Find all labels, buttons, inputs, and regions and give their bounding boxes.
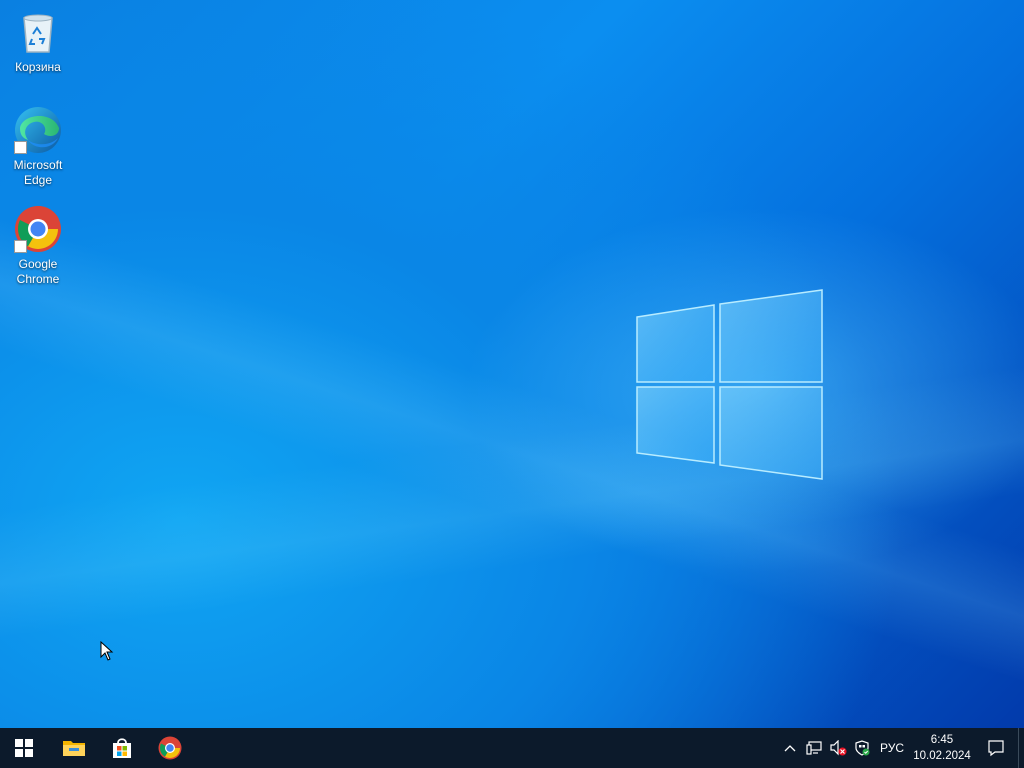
clock-time: 6:45 — [930, 734, 954, 746]
volume-muted-icon — [830, 740, 847, 756]
desktop-icon-recycle-bin[interactable]: Корзина — [4, 8, 72, 75]
desktop-icon-microsoft-edge[interactable]: Microsoft Edge — [4, 106, 72, 188]
action-center-button[interactable] — [974, 728, 1018, 768]
microsoft-store-icon — [113, 738, 131, 758]
network-icon — [806, 741, 822, 755]
mouse-cursor-icon — [100, 641, 114, 661]
chevron-up-icon — [784, 745, 796, 752]
system-tray: РУС 6:45 10.02.2024 — [778, 728, 1024, 768]
notification-icon — [988, 740, 1004, 757]
taskbar-microsoft-store-button[interactable] — [98, 728, 146, 768]
windows-security-button[interactable] — [850, 728, 874, 768]
start-button[interactable] — [0, 728, 48, 768]
network-button[interactable] — [802, 728, 826, 768]
file-explorer-icon — [63, 741, 85, 756]
windows-security-icon — [855, 740, 870, 756]
desktop-icon-label: Корзина — [15, 60, 61, 74]
clock[interactable]: 6:45 10.02.2024 — [910, 728, 974, 768]
wallpaper-light-beam — [0, 0, 1024, 768]
clock-date: 10.02.2024 — [913, 750, 971, 762]
windows-start-icon — [15, 739, 33, 757]
desktop-icon-label: Google Chrome — [16, 257, 60, 286]
desktop-icon-label: Microsoft Edge — [13, 158, 63, 187]
recycle-bin-icon — [23, 14, 53, 53]
input-language-indicator[interactable]: РУС — [874, 728, 910, 768]
volume-button[interactable] — [826, 728, 850, 768]
windows-logo-wallpaper — [636, 289, 823, 480]
shortcut-arrow-icon — [14, 141, 27, 154]
taskbar: РУС 6:45 10.02.2024 — [0, 728, 1024, 768]
taskbar-file-explorer-button[interactable] — [50, 728, 98, 768]
shortcut-arrow-icon — [14, 240, 27, 253]
show-hidden-icons-button[interactable] — [778, 728, 802, 768]
wallpaper-light-beam — [0, 0, 1024, 768]
desktop-icon-google-chrome[interactable]: Google Chrome — [4, 205, 72, 287]
taskbar-google-chrome-button[interactable] — [146, 728, 194, 768]
google-chrome-icon — [158, 736, 182, 760]
show-desktop-button[interactable] — [1018, 728, 1024, 768]
